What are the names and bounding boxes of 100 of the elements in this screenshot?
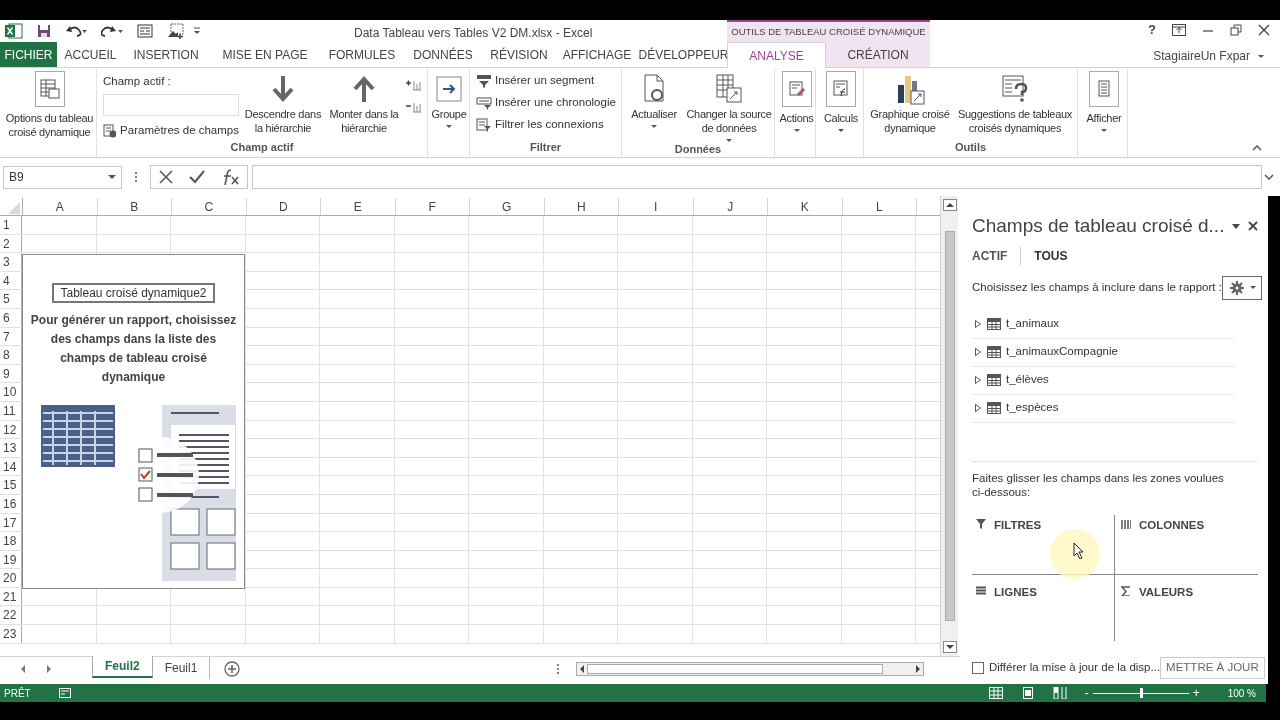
ribbon-tab[interactable]: INSERTION (124, 42, 208, 67)
column-header[interactable]: D (246, 198, 321, 215)
column-header[interactable]: I (619, 198, 694, 215)
scroll-thumb[interactable] (944, 231, 955, 621)
ribbon-tab[interactable]: MISE EN PAGE (208, 42, 322, 67)
help-button[interactable]: ? (1148, 23, 1156, 36)
column-header[interactable]: K (768, 198, 843, 215)
form-icon[interactable] (137, 24, 153, 38)
table-icon (987, 374, 1001, 386)
zoom-slider-thumb[interactable] (1139, 688, 1143, 698)
insert-slicer-button[interactable]: Insérer un segment (476, 72, 616, 90)
field-item[interactable]: t_animaux (1006, 315, 1060, 333)
recommended-pivot-tables-button[interactable]: Suggestions de tableaux croisés dynamiques (954, 71, 1076, 135)
previous-sheet-icon[interactable] (20, 664, 26, 673)
column-header[interactable]: A (23, 198, 98, 215)
expand-arrow-icon[interactable] (974, 320, 982, 328)
close-icon[interactable] (1258, 23, 1270, 36)
column-header[interactable]: L (842, 198, 917, 215)
expand-arrow-icon[interactable] (974, 404, 982, 412)
calculations-button[interactable]: Calculs (818, 71, 864, 132)
more-options-icon[interactable] (134, 171, 138, 183)
collapse-ribbon-icon[interactable] (1252, 145, 1262, 151)
field-settings-button[interactable]: Paramètres de champs (103, 122, 239, 140)
window-title: Data Tableau vers Tables V2 DM.xlsx - Excel (354, 25, 593, 42)
expand-arrow-icon[interactable] (974, 348, 982, 356)
next-sheet-icon[interactable] (46, 664, 52, 673)
pane-options-icon[interactable] (1232, 223, 1240, 229)
restore-icon[interactable] (1230, 23, 1242, 36)
expand-arrow-icon[interactable] (974, 376, 982, 384)
ribbon-tab[interactable]: FICHIER (0, 42, 57, 67)
column-header[interactable]: C (172, 198, 247, 215)
column-header[interactable]: G (470, 198, 545, 215)
group-button[interactable]: Groupe (430, 71, 468, 128)
field-item[interactable]: t_élèves (1006, 371, 1049, 389)
active-field-input[interactable] (103, 94, 239, 117)
view-tab[interactable]: ACTIF (972, 246, 1022, 265)
collapse-field-icon[interactable] (405, 101, 421, 113)
page-layout-icon[interactable] (1020, 687, 1035, 699)
ribbon-tab[interactable]: ANALYSE (727, 42, 826, 68)
caret-icon (651, 125, 657, 128)
macro-record-icon[interactable] (58, 688, 71, 698)
ribbon-tab[interactable]: FORMULES (322, 42, 402, 67)
user-name[interactable]: StagiaireUn Fxpar (1153, 47, 1250, 65)
filter-connections-button[interactable]: Filtrer les connexions (476, 116, 616, 134)
ribbon-tab[interactable]: AFFICHAGE (554, 42, 640, 67)
insert-timeline-button[interactable]: Insérer une chronologie (476, 94, 616, 112)
area-label: FILTRES (994, 517, 1042, 533)
ribbon-display-icon[interactable] (1172, 23, 1186, 36)
pivot-chart-button[interactable]: Graphique croisé dynamique (866, 71, 954, 135)
redo-icon[interactable] (101, 24, 123, 38)
sheet-tab[interactable]: Feuil1 (152, 657, 211, 679)
column-header[interactable]: J (693, 198, 768, 215)
insert-object-icon[interactable] (167, 23, 185, 39)
expand-formula-bar-icon[interactable] (1264, 174, 1274, 180)
save-icon[interactable] (37, 24, 51, 38)
zoom-out-button[interactable]: - (1084, 687, 1089, 699)
field-item[interactable]: t_animauxCompagnie (1006, 343, 1118, 361)
splitter-icon[interactable] (556, 662, 561, 675)
view-tab[interactable]: TOUS (1021, 246, 1068, 265)
column-header[interactable]: F (395, 198, 470, 215)
ribbon-tab[interactable]: DÉVELOPPEUR (640, 42, 727, 67)
column-header[interactable]: H (544, 198, 619, 215)
page-break-icon[interactable] (1052, 687, 1067, 699)
checkbox[interactable] (972, 661, 984, 674)
scroll-down-icon[interactable] (942, 641, 957, 653)
pivot-options-button[interactable]: Options du tableau croisé dynamique (2, 71, 97, 139)
name-box[interactable]: B9 (3, 165, 122, 189)
ribbon-tab[interactable]: CRÉATION (826, 42, 930, 67)
actions-button[interactable]: Actions (777, 71, 816, 132)
new-sheet-icon[interactable] (224, 660, 241, 677)
show-button[interactable]: Afficher (1080, 71, 1128, 132)
sheet-tab[interactable]: Feuil2 (92, 656, 153, 678)
ribbon-tab[interactable]: ACCUEIL (57, 42, 124, 67)
update-button[interactable]: METTRE À JOUR (1160, 656, 1265, 679)
column-header[interactable]: E (321, 198, 396, 215)
ribbon-tab[interactable]: DONNÉES (402, 42, 484, 67)
row-header[interactable]: 22 (0, 606, 22, 625)
drill-down-button[interactable]: Descendre dans la hiérarchie (241, 71, 325, 135)
tools-gear-icon[interactable] (1221, 275, 1262, 300)
row-header[interactable]: 1 (0, 216, 22, 234)
zoom-in-button[interactable]: + (1192, 687, 1200, 699)
change-data-source-button[interactable]: Changer la source de données (684, 71, 774, 142)
expand-field-icon[interactable] (405, 79, 421, 91)
scroll-thumb[interactable] (587, 663, 884, 674)
row-header[interactable]: 23 (0, 625, 22, 643)
ribbon-tab[interactable]: RÉVISION (484, 42, 554, 67)
enter-check-icon[interactable] (188, 169, 206, 185)
close-icon[interactable] (1248, 221, 1258, 232)
undo-icon[interactable] (65, 24, 87, 38)
refresh-button[interactable]: Actualiser (624, 71, 684, 128)
column-header[interactable]: B (97, 198, 172, 215)
scroll-up-icon[interactable] (942, 199, 957, 211)
table-icon (987, 318, 1001, 330)
customize-toolbar-icon[interactable] (193, 27, 201, 35)
formula-input[interactable] (252, 165, 1262, 189)
normal-view-icon[interactable] (988, 687, 1003, 699)
drill-up-button[interactable]: Monter dans la hiérarchie (325, 71, 403, 135)
field-item[interactable]: t_espèces (1006, 399, 1059, 417)
row-header[interactable]: 2 (0, 234, 22, 253)
cancel-icon[interactable] (158, 169, 174, 185)
